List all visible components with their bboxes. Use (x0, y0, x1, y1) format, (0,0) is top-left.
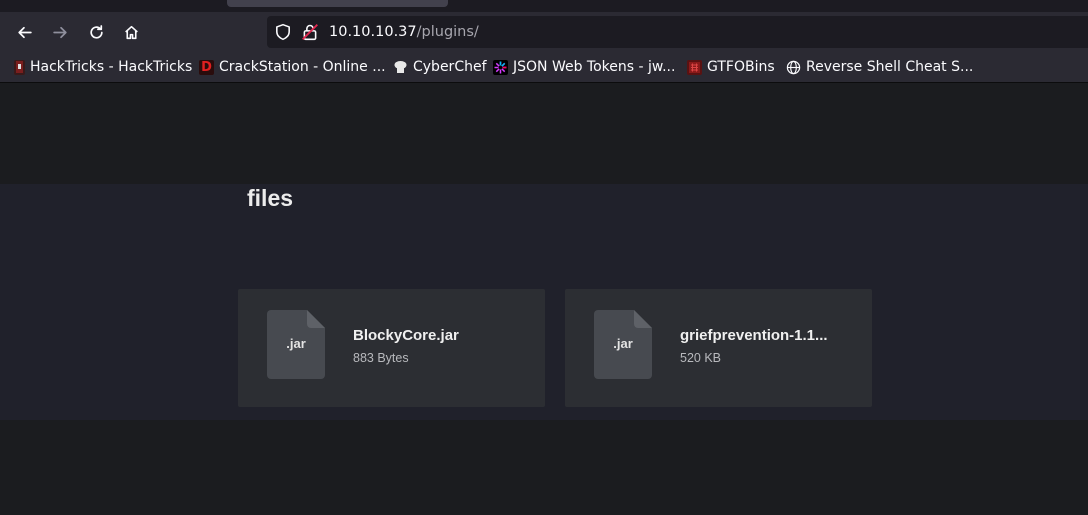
file-extension: .jar (613, 336, 633, 351)
bookmark-gtfobins[interactable]: GTFOBins (687, 58, 775, 76)
file-name[interactable]: griefprevention-1.1... (680, 327, 840, 344)
page-header-area (0, 83, 1088, 184)
tab-strip (0, 0, 1088, 12)
address-bar[interactable]: 10.10.10.37/plugins/ (267, 16, 1088, 48)
navigation-toolbar: 10.10.10.37/plugins/ (0, 12, 1088, 52)
jwt-icon (493, 59, 508, 75)
bookmark-label: GTFOBins (707, 59, 775, 75)
back-icon (17, 26, 32, 38)
home-button[interactable] (117, 18, 145, 46)
file-size: 520 KB (680, 351, 722, 365)
gtfobins-icon (687, 59, 702, 75)
crackstation-icon: D (199, 59, 214, 75)
bookmark-label: CrackStation - Online ... (219, 59, 386, 75)
file-icon: .jar (267, 310, 325, 379)
active-tab[interactable] (227, 0, 448, 7)
forward-button[interactable] (46, 18, 74, 46)
globe-icon (786, 60, 801, 75)
bookmark-jwt[interactable]: JSON Web Tokens - jw... (493, 58, 675, 76)
reload-button[interactable] (82, 18, 110, 46)
insecure-lock-icon[interactable] (301, 23, 319, 41)
page-title: files (247, 185, 294, 211)
bookmark-crackstation[interactable]: D CrackStation - Online ... (199, 58, 386, 76)
url-host: 10.10.10.37 (329, 24, 417, 40)
bookmark-label: CyberChef (413, 59, 487, 75)
bookmark-reverse-shell[interactable]: Reverse Shell Cheat S... (786, 58, 973, 76)
url-text[interactable]: 10.10.10.37/plugins/ (329, 23, 479, 41)
reload-icon (89, 24, 103, 39)
page-footer-area (0, 420, 1088, 515)
bookmark-label: Reverse Shell Cheat S... (806, 59, 974, 75)
forward-icon (52, 26, 67, 38)
bookmark-label: HackTricks - HackTricks (30, 59, 193, 75)
back-button[interactable] (10, 18, 38, 46)
file-card-blockycore[interactable]: .jar BlockyCore.jar 883 Bytes (238, 289, 545, 407)
url-path: /plugins/ (416, 24, 479, 40)
bookmark-label: JSON Web Tokens - jw... (513, 59, 676, 75)
bookmark-hacktricks[interactable]: HackTricks - HackTricks (14, 58, 192, 76)
home-icon (124, 25, 138, 39)
hacktricks-icon (14, 59, 25, 75)
file-card-griefprevention[interactable]: .jar griefprevention-1.1... 520 KB (565, 289, 872, 407)
shield-icon[interactable] (274, 23, 292, 41)
file-extension: .jar (286, 336, 306, 351)
file-icon: .jar (594, 310, 652, 379)
file-name[interactable]: BlockyCore.jar (353, 327, 513, 344)
cyberchef-icon (393, 60, 408, 75)
bookmarks-toolbar: HackTricks - HackTricks D CrackStation -… (0, 52, 1088, 82)
bookmark-cyberchef[interactable]: CyberChef (393, 58, 487, 76)
file-size: 883 Bytes (353, 351, 409, 365)
